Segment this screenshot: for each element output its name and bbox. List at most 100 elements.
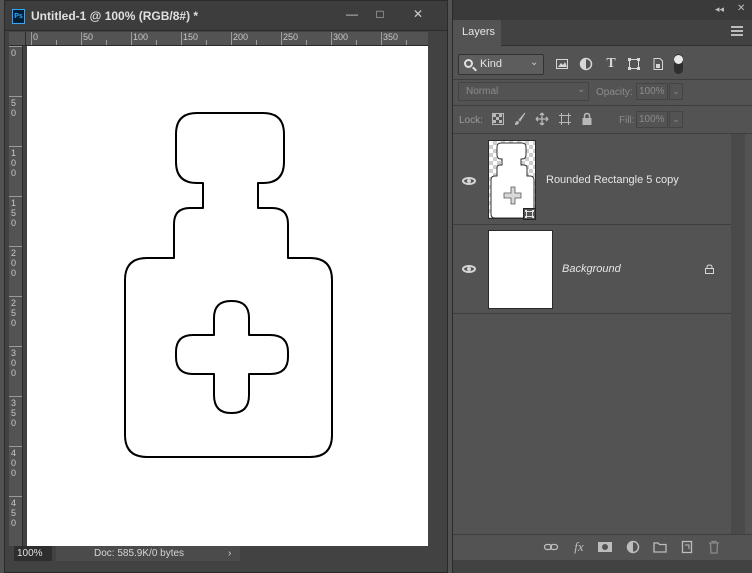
link-layers-icon[interactable]	[543, 539, 559, 555]
ruler-h-label: 250	[283, 32, 299, 42]
half-circle-icon	[626, 540, 640, 554]
close-panel-icon[interactable]: ✕	[737, 3, 745, 14]
search-icon	[464, 59, 473, 68]
image-icon	[556, 59, 568, 69]
new-page-icon	[681, 540, 693, 554]
chevron-down-icon: ⌄	[530, 57, 539, 68]
opacity-label: Opacity:	[596, 87, 633, 98]
tab-layers[interactable]: Layers	[453, 20, 501, 46]
fill-label: Fill:	[619, 115, 635, 126]
artboard-icon	[559, 113, 571, 125]
panel-menu-icon[interactable]	[731, 26, 743, 36]
layer-row[interactable]: Rounded Rectangle 5 copy	[453, 134, 731, 225]
ruler-v-label: 200	[11, 248, 17, 278]
document-window: Ps Untitled-1 @ 100% (RGB/8#) * — □ ✕ 0 …	[4, 0, 448, 573]
lock-all-icon[interactable]	[580, 112, 594, 126]
fx-layer-style-icon[interactable]: fx	[571, 539, 587, 555]
fill-dropdown-icon[interactable]: ⌄	[669, 111, 683, 128]
ruler-v-label: 450	[11, 498, 17, 528]
ruler-v-label: 350	[11, 398, 17, 428]
lock-label: Lock:	[459, 115, 483, 126]
filter-toggle-switch[interactable]	[674, 54, 683, 74]
ruler-v-label: 50	[11, 98, 17, 118]
new-adjustment-layer-icon[interactable]	[625, 539, 641, 555]
status-menu-arrow-icon[interactable]: ›	[228, 546, 231, 561]
ruler-v-label: 400	[11, 448, 17, 478]
shape-layer-badge-icon	[523, 208, 536, 220]
visibility-eye-icon[interactable]	[462, 177, 476, 185]
opacity-dropdown-icon[interactable]: ⌄	[669, 83, 683, 100]
layers-panel: ◂◂ ✕ Layers Kind ⌄ T Normal ⌄ Opacity: 1…	[452, 0, 752, 573]
filter-type-layers-icon[interactable]: T	[604, 57, 618, 71]
panel-tabbar: Layers	[453, 20, 752, 46]
new-group-icon[interactable]	[652, 539, 668, 555]
ruler-v-label: 250	[11, 298, 17, 328]
filter-shape-layers-icon[interactable]	[627, 57, 641, 71]
layer-name[interactable]: Rounded Rectangle 5 copy	[546, 174, 679, 186]
half-circle-icon	[579, 57, 593, 71]
ruler-v-label: 150	[11, 198, 17, 228]
new-layer-icon[interactable]	[679, 539, 695, 555]
filter-smart-objects-icon[interactable]	[651, 57, 665, 71]
zoom-level-field[interactable]: 100%	[14, 546, 52, 561]
filter-kind-dropdown[interactable]: Kind ⌄	[458, 54, 544, 75]
fill-field[interactable]: 100%	[636, 111, 668, 128]
filter-kind-label: Kind	[480, 58, 503, 70]
ruler-origin[interactable]	[9, 32, 26, 46]
link-icon	[543, 543, 559, 551]
minimize-button[interactable]: —	[340, 6, 364, 23]
layer-name[interactable]: Background	[562, 263, 621, 275]
restore-button[interactable]: □	[368, 6, 392, 23]
visibility-eye-icon[interactable]	[462, 265, 476, 273]
photoshop-app-icon: Ps	[12, 9, 25, 24]
lock-image-pixels-icon[interactable]	[513, 112, 527, 126]
collapse-panel-icon[interactable]: ◂◂	[715, 4, 724, 15]
horizontal-ruler[interactable]: 0 50 100 150 200 250 300 350	[26, 32, 428, 46]
layer-thumbnail[interactable]	[488, 140, 536, 220]
layer-locked-icon[interactable]	[704, 264, 715, 274]
ruler-v-label: 0	[11, 48, 17, 58]
document-titlebar[interactable]: Ps Untitled-1 @ 100% (RGB/8#) * — □ ✕	[5, 1, 447, 31]
checkerboard-icon	[492, 113, 504, 125]
layer-thumbnail[interactable]	[488, 230, 553, 309]
opacity-field[interactable]: 100%	[636, 83, 668, 100]
ruler-h-label: 0	[33, 32, 39, 42]
ruler-h-label: 350	[383, 32, 399, 42]
mask-icon	[598, 542, 612, 552]
filter-pixel-layers-icon[interactable]	[555, 57, 569, 71]
brush-icon	[515, 112, 526, 125]
folder-icon	[653, 542, 667, 553]
vector-shape-icon	[525, 210, 534, 218]
ruler-v-label: 300	[11, 348, 17, 378]
vertical-ruler[interactable]: 0 50 100 150 200 250 300 350 400 450	[9, 46, 23, 546]
filter-adjustment-layers-icon[interactable]	[579, 57, 593, 71]
layer-thumbnail-shape	[490, 142, 535, 218]
ruler-h-label: 300	[333, 32, 349, 42]
smart-object-icon	[653, 58, 663, 70]
trash-icon	[709, 540, 719, 554]
lock-position-icon[interactable]	[535, 112, 549, 126]
layers-scrollbar[interactable]	[731, 134, 745, 534]
ruler-h-label: 200	[233, 32, 249, 42]
ruler-v-label: 100	[11, 148, 17, 178]
medicine-bottle-shape	[124, 112, 333, 458]
lock-icon	[582, 112, 592, 125]
chevron-down-icon: ⌄	[577, 84, 586, 95]
blend-mode-select[interactable]: Normal	[458, 82, 589, 101]
document-info[interactable]: Doc: 585.9K/0 bytes	[56, 546, 240, 561]
lock-icon	[705, 264, 714, 274]
add-mask-icon[interactable]	[597, 539, 613, 555]
layer-row[interactable]: Background	[453, 225, 731, 314]
panel-footer	[453, 560, 752, 573]
document-canvas[interactable]	[27, 46, 428, 546]
document-title: Untitled-1 @ 100% (RGB/8#) *	[31, 9, 199, 23]
ruler-h-label: 100	[133, 32, 149, 42]
vertical-scrollbar[interactable]	[428, 46, 447, 546]
lock-transparent-pixels-icon[interactable]	[491, 112, 505, 126]
lock-artboard-icon[interactable]	[558, 112, 572, 126]
shape-icon	[628, 58, 640, 70]
close-button[interactable]: ✕	[406, 6, 430, 23]
delete-layer-icon[interactable]	[706, 539, 722, 555]
move-icon	[535, 112, 549, 126]
panel-header: ◂◂ ✕	[453, 0, 752, 20]
